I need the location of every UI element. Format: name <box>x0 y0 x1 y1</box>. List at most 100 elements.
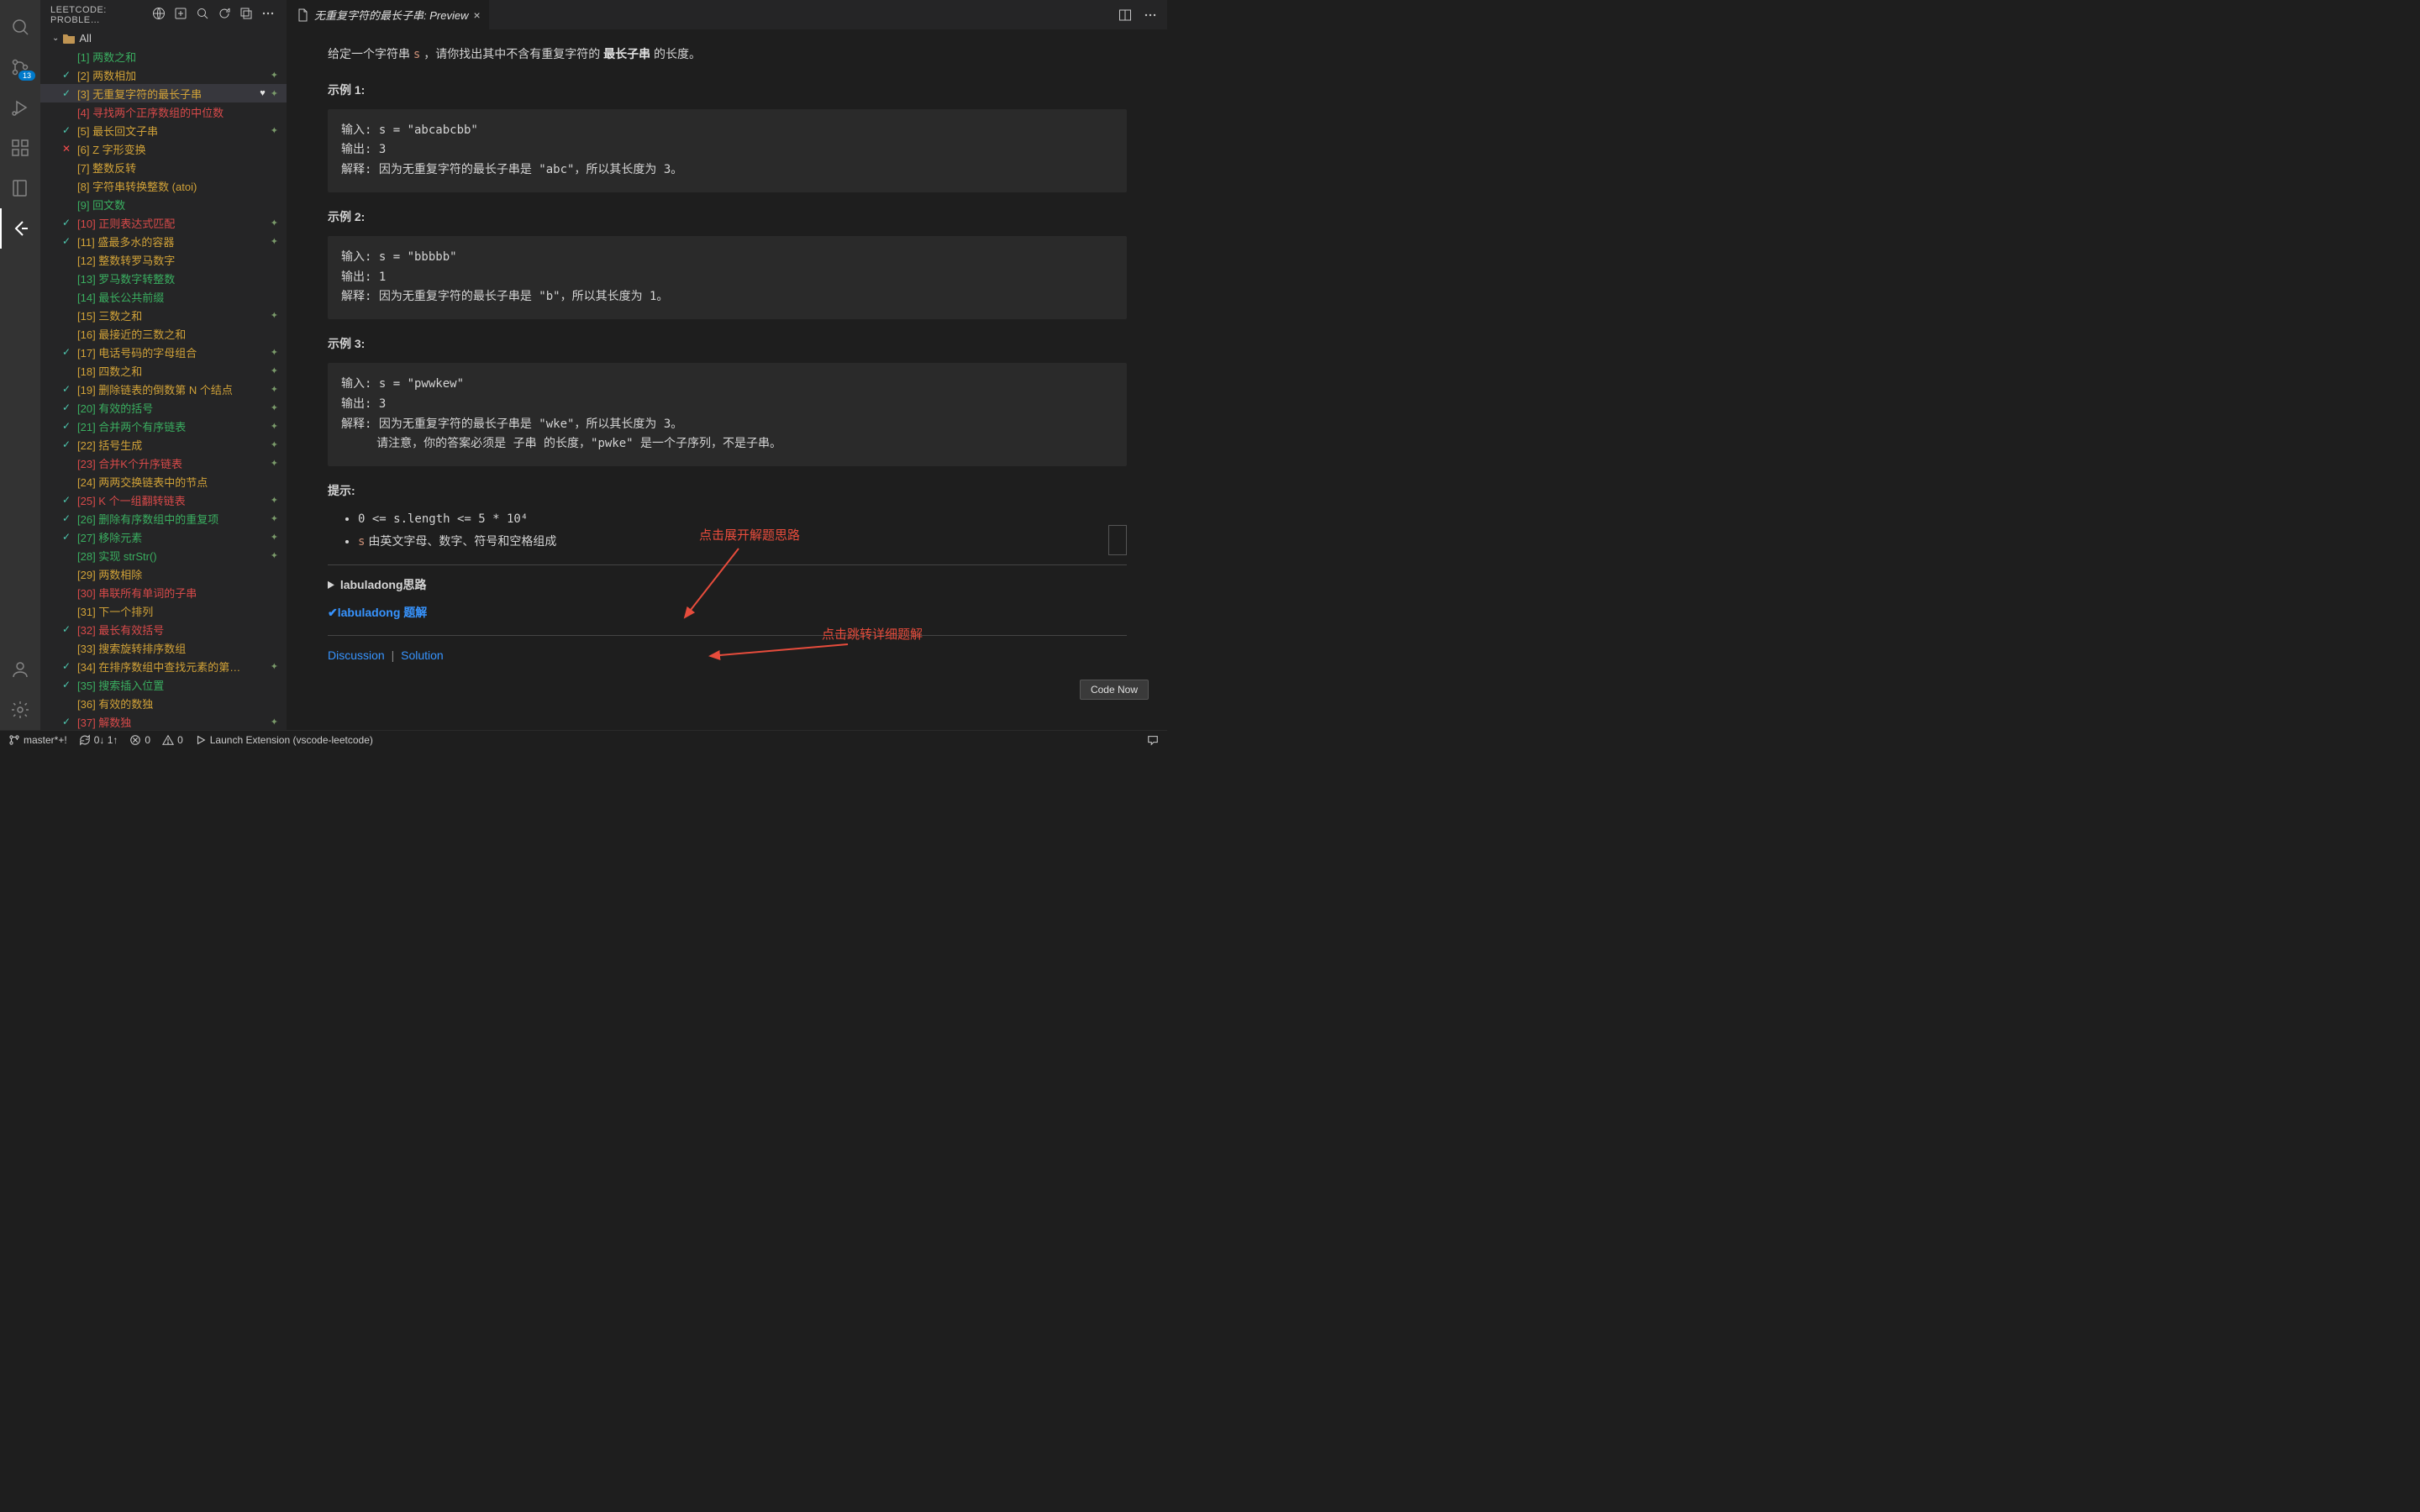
labuladong-solution-link[interactable]: ✔labuladong 题解 <box>328 606 427 619</box>
globe-icon[interactable] <box>150 5 167 24</box>
labuladong-details[interactable]: labuladong思路 <box>328 575 1127 596</box>
problem-row[interactable]: ✓[26] 删除有序数组中的重复项✦ <box>40 509 287 528</box>
problem-label: [29] 两数相除 <box>77 566 278 582</box>
problem-row[interactable]: ✓[11] 盛最多水的容器✦ <box>40 232 287 250</box>
chevron-down-icon: ⌄ <box>52 34 59 43</box>
problem-row[interactable]: ✓[22] 括号生成✦ <box>40 435 287 454</box>
more-actions-icon[interactable] <box>1144 8 1157 22</box>
launch-extension[interactable]: Launch Extension (vscode-leetcode) <box>195 734 373 746</box>
check-icon: ✓ <box>60 87 72 99</box>
git-branch[interactable]: master*+! <box>8 734 67 746</box>
leetcode-icon[interactable] <box>0 208 40 249</box>
problem-row[interactable]: ✓[20] 有效的括号✦ <box>40 398 287 417</box>
problem-row[interactable]: [12] 整数转罗马数字 <box>40 250 287 269</box>
editor-area: 无重复字符的最长子串: Preview × 给定一个字符串 s ，请你找出其中不… <box>287 0 1167 730</box>
folder-icon <box>62 33 76 45</box>
problem-row[interactable]: [15] 三数之和✦ <box>40 306 287 324</box>
sparkle-icon: ✦ <box>271 661 278 672</box>
tree-folder-all[interactable]: ⌄ All <box>40 29 287 47</box>
problem-row[interactable]: ✓[17] 电话号码的字母组合✦ <box>40 343 287 361</box>
x-icon: ✕ <box>60 143 72 155</box>
check-icon: ✓ <box>60 69 72 81</box>
problem-row[interactable]: ✓[10] 正则表达式匹配✦ <box>40 213 287 232</box>
problem-row[interactable]: [36] 有效的数独 <box>40 694 287 712</box>
problem-row[interactable]: ✓[35] 搜索插入位置 <box>40 675 287 694</box>
status-bar: master*+! 0↓ 1↑ 0 0 Launch Extension (vs… <box>0 730 1167 748</box>
sparkle-icon: ✦ <box>271 513 278 524</box>
check-icon: ✓ <box>60 679 72 690</box>
tab-preview[interactable]: 无重复字符的最长子串: Preview × <box>287 0 490 29</box>
problem-row[interactable]: [13] 罗马数字转整数 <box>40 269 287 287</box>
problem-label: [20] 有效的括号 <box>77 400 266 416</box>
sidebar-title: LEETCODE: PROBLE… <box>50 5 145 25</box>
problem-row[interactable]: ✓[32] 最长有效括号 <box>40 620 287 638</box>
problem-row[interactable]: ✓[19] 删除链表的倒数第 N 个结点✦ <box>40 380 287 398</box>
more-icon[interactable] <box>260 5 276 24</box>
problem-row[interactable]: ✓[3] 无重复字符的最长子串♥✦ <box>40 84 287 102</box>
sparkle-icon: ✦ <box>271 532 278 543</box>
problem-label: [34] 在排序数组中查找元素的第… <box>77 659 266 675</box>
activity-bar: 13 <box>0 0 40 730</box>
problem-row[interactable]: [7] 整数反转 <box>40 158 287 176</box>
extensions-icon[interactable] <box>0 128 40 168</box>
hints-list: 0 <= s.length <= 5 * 10⁴ s 由英文字母、数字、符号和空… <box>328 510 1127 553</box>
problem-row[interactable]: ✓[2] 两数相加✦ <box>40 66 287 84</box>
problem-row[interactable]: [23] 合并K个升序链表✦ <box>40 454 287 472</box>
code-now-button[interactable]: Code Now <box>1080 680 1149 700</box>
problem-row[interactable]: [9] 回文数 <box>40 195 287 213</box>
sparkle-icon: ✦ <box>271 347 278 358</box>
problem-label: [5] 最长回文子串 <box>77 123 266 139</box>
sparkle-icon: ✦ <box>271 402 278 413</box>
problem-label: [31] 下一个排列 <box>77 603 278 619</box>
errors-count[interactable]: 0 <box>129 734 150 746</box>
problem-row[interactable]: [30] 串联所有单词的子串 <box>40 583 287 601</box>
problem-row[interactable]: [16] 最接近的三数之和 <box>40 324 287 343</box>
refresh-icon[interactable] <box>216 5 233 24</box>
problem-row[interactable]: ✓[25] K 个一组翻转链表✦ <box>40 491 287 509</box>
gear-icon[interactable] <box>0 690 40 730</box>
collapse-icon[interactable] <box>238 5 255 24</box>
new-window-icon[interactable] <box>172 5 189 24</box>
problem-row[interactable]: [24] 两两交换链表中的节点 <box>40 472 287 491</box>
tab-title: 无重复字符的最长子串: Preview <box>314 7 468 23</box>
solution-link[interactable]: Solution <box>401 648 444 662</box>
explorer-icon[interactable] <box>0 168 40 208</box>
file-icon <box>296 8 309 22</box>
problem-row[interactable]: [33] 搜索旋转排序数组 <box>40 638 287 657</box>
sparkle-icon: ✦ <box>271 88 278 99</box>
problem-row[interactable]: ✕[6] Z 字形变换 <box>40 139 287 158</box>
problem-row[interactable]: ✓[21] 合并两个有序链表✦ <box>40 417 287 435</box>
problem-row[interactable]: ✓[34] 在排序数组中查找元素的第…✦ <box>40 657 287 675</box>
problem-row[interactable]: [14] 最长公共前缀 <box>40 287 287 306</box>
source-control-icon[interactable]: 13 <box>0 47 40 87</box>
close-icon[interactable]: × <box>473 8 480 22</box>
example-2-label: 示例 2: <box>328 207 1127 228</box>
check-icon: ✓ <box>60 383 72 395</box>
split-editor-icon[interactable] <box>1118 8 1132 22</box>
search-action-icon[interactable] <box>194 5 211 24</box>
problem-row[interactable]: [4] 寻找两个正序数组的中位数 <box>40 102 287 121</box>
example-3-code: 输入: s = "pwwkew" 输出: 3 解释: 因为无重复字符的最长子串是… <box>328 363 1127 466</box>
search-icon[interactable] <box>0 7 40 47</box>
problem-row[interactable]: [18] 四数之和✦ <box>40 361 287 380</box>
problem-row[interactable]: [1] 两数之和 <box>40 47 287 66</box>
problem-row[interactable]: [29] 两数相除 <box>40 564 287 583</box>
warnings-count[interactable]: 0 <box>162 734 183 746</box>
account-icon[interactable] <box>0 649 40 690</box>
sync-status[interactable]: 0↓ 1↑ <box>79 734 118 746</box>
problem-row[interactable]: [28] 实现 strStr()✦ <box>40 546 287 564</box>
problem-row[interactable]: [8] 字符串转换整数 (atoi) <box>40 176 287 195</box>
feedback-icon[interactable] <box>1147 734 1159 746</box>
problem-label: [28] 实现 strStr() <box>77 548 266 564</box>
problem-label: [32] 最长有效括号 <box>77 622 278 638</box>
discussion-link[interactable]: Discussion <box>328 648 385 662</box>
labuladong-summary[interactable]: labuladong思路 <box>328 575 1127 596</box>
sparkle-icon: ✦ <box>271 495 278 506</box>
problem-row[interactable]: ✓[37] 解数独✦ <box>40 712 287 730</box>
run-debug-icon[interactable] <box>0 87 40 128</box>
problem-label: [37] 解数独 <box>77 714 266 730</box>
problem-row[interactable]: ✓[27] 移除元素✦ <box>40 528 287 546</box>
problem-row[interactable]: [31] 下一个排列 <box>40 601 287 620</box>
problem-label: [19] 删除链表的倒数第 N 个结点 <box>77 381 266 397</box>
problem-row[interactable]: ✓[5] 最长回文子串✦ <box>40 121 287 139</box>
